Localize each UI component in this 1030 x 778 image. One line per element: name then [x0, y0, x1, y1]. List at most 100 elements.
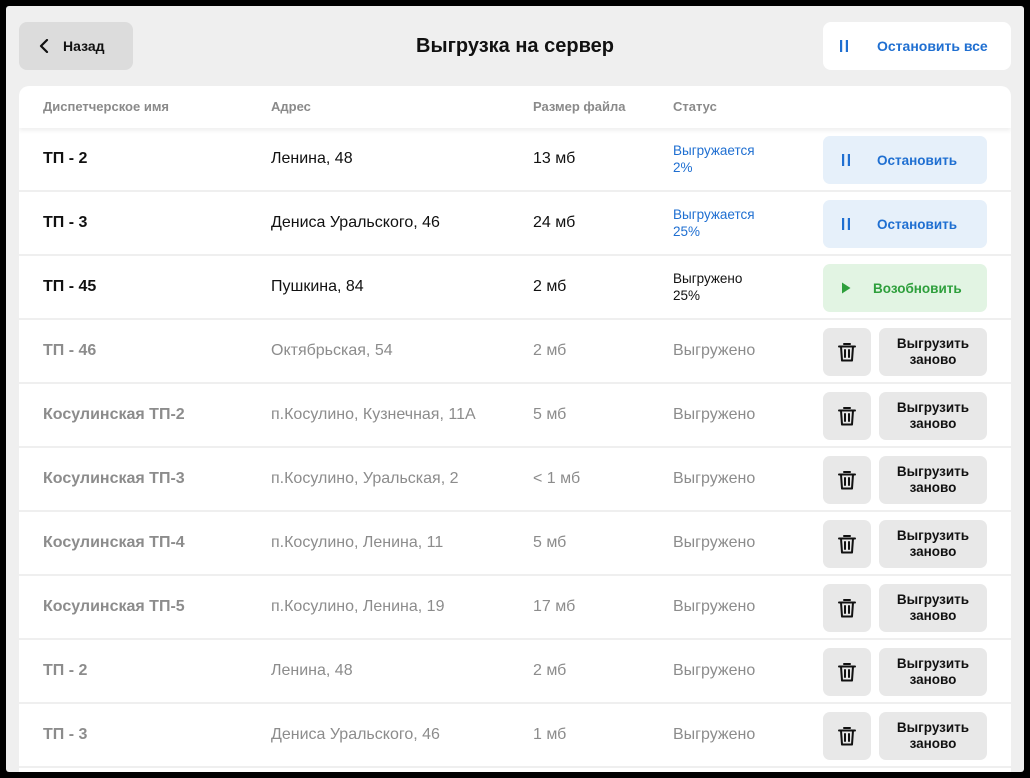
reupload-button[interactable]: Выгрузить заново — [879, 328, 987, 376]
dispatch-name: ТП - 2 — [43, 150, 88, 167]
pause-icon — [840, 40, 848, 52]
table-row: ТП - 45 Пушкина, 84 2 мб Выгружено 25% Возобн… — [19, 256, 1011, 320]
trash-icon — [838, 535, 856, 554]
dispatch-name: Косулинская ТП-3 — [43, 470, 185, 487]
address: п.Косулино, Ленина, 19 — [271, 598, 445, 615]
dispatch-name: ТП - 2 — [43, 662, 88, 679]
reupload-label: Выгрузить заново — [896, 336, 970, 367]
address: Дениса Уральского, 46 — [271, 214, 440, 231]
file-size: 2 мб — [533, 278, 567, 295]
column-header-status: Статус — [673, 99, 717, 114]
stop-label: Остановить — [877, 152, 958, 168]
address: Ленина, 48 — [271, 150, 353, 167]
stop-label: Остановить — [877, 216, 958, 232]
status-text: Выгружено — [673, 662, 756, 679]
reupload-label: Выгрузить заново — [896, 528, 970, 559]
file-size: 17 мб — [533, 598, 576, 615]
delete-button[interactable] — [823, 328, 871, 376]
reupload-button[interactable]: Выгрузить заново — [879, 520, 987, 568]
file-size: 1 мб — [533, 726, 567, 743]
pause-icon — [842, 154, 850, 166]
reupload-button[interactable]: Выгрузить заново — [879, 456, 987, 504]
reupload-button[interactable]: Выгрузить заново — [879, 392, 987, 440]
back-label: Назад — [63, 38, 105, 54]
address: Ленина, 48 — [271, 662, 353, 679]
table-row: ТП - 3 Дениса Уральского, 46 1 мб Выгружено… — [19, 704, 1011, 768]
dispatch-name: Косулинская ТП-4 — [43, 534, 185, 551]
file-size: < 1 мб — [533, 470, 581, 487]
table-row: Косулинская ТП-5 п.Косулино, Ленина, 19 17… — [19, 576, 1011, 640]
delete-button[interactable] — [823, 456, 871, 504]
resume-label: Возобновить — [873, 280, 962, 296]
reupload-label: Выгрузить заново — [896, 720, 970, 751]
back-button[interactable]: Назад — [19, 22, 133, 70]
progress-percent: 25% — [673, 224, 701, 239]
dispatch-name: ТП - 3 — [43, 214, 88, 231]
table-row: Косулинская ТП-2 п.Косулино, Кузнечная, 1… — [19, 384, 1011, 448]
upload-screen: Назад Выгрузка на сервер Остановить все … — [6, 6, 1024, 772]
play-icon — [842, 282, 851, 294]
pause-icon — [842, 218, 850, 230]
file-size: 24 мб — [533, 214, 576, 231]
status-text: Выгружено — [673, 726, 756, 743]
status-text: Выгружено — [673, 534, 756, 551]
upload-table: Диспетчерское имя Адрес Размер файла Ста… — [19, 86, 1011, 772]
reupload-button[interactable]: Выгрузить заново — [879, 712, 987, 760]
table-row: ТП - 2 Ленина, 48 2 мб Выгружено Выгрузить з… — [19, 640, 1011, 704]
delete-button[interactable] — [823, 584, 871, 632]
table-body: ТП - 2 Ленина, 48 13 мб Выгружается 2% Остано… — [19, 128, 1011, 768]
dispatch-name: Косулинская ТП-2 — [43, 406, 185, 423]
column-header-address: Адрес — [271, 99, 311, 114]
trash-icon — [838, 599, 856, 618]
status-label: Выгружено — [673, 271, 743, 286]
trash-icon — [838, 471, 856, 490]
status-text: Выгружается 2% — [673, 142, 793, 176]
table-row: ТП - 2 Ленина, 48 13 мб Выгружается 2% Остано… — [19, 128, 1011, 192]
table-row: Косулинская ТП-4 п.Косулино, Ленина, 11 5 … — [19, 512, 1011, 576]
progress-percent: 2% — [673, 160, 693, 175]
stop-button[interactable]: Остановить — [823, 136, 987, 184]
file-size: 2 мб — [533, 662, 567, 679]
chevron-left-icon — [39, 39, 49, 53]
status-text: Выгружено — [673, 406, 756, 423]
table-row: ТП - 46 Октябрьская, 54 2 мб Выгружено Выгру… — [19, 320, 1011, 384]
delete-button[interactable] — [823, 392, 871, 440]
address: п.Косулино, Уральская, 2 — [271, 470, 459, 487]
dispatch-name: ТП - 3 — [43, 726, 88, 743]
file-size: 2 мб — [533, 342, 567, 359]
column-header-size: Размер файла — [533, 99, 626, 114]
status-text: Выгружено — [673, 470, 756, 487]
resume-button[interactable]: Возобновить — [823, 264, 987, 312]
stop-all-button[interactable]: Остановить все — [823, 22, 1011, 70]
reupload-label: Выгрузить заново — [896, 464, 970, 495]
reupload-label: Выгрузить заново — [896, 400, 970, 431]
trash-icon — [838, 407, 856, 426]
dispatch-name: ТП - 45 — [43, 278, 97, 295]
status-text: Выгружается 25% — [673, 206, 793, 240]
address: Пушкина, 84 — [271, 278, 364, 295]
column-header-name: Диспетчерское имя — [43, 99, 170, 114]
stop-button[interactable]: Остановить — [823, 200, 987, 248]
delete-button[interactable] — [823, 520, 871, 568]
status-text: Выгружено — [673, 342, 756, 359]
file-size: 5 мб — [533, 406, 567, 423]
address: Дениса Уральского, 46 — [271, 726, 440, 743]
trash-icon — [838, 343, 856, 362]
reupload-label: Выгрузить заново — [896, 656, 970, 687]
address: Октябрьская, 54 — [271, 342, 393, 359]
status-label: Выгружается — [673, 207, 755, 222]
delete-button[interactable] — [823, 648, 871, 696]
table-row: Косулинская ТП-3 п.Косулино, Уральская, 2… — [19, 448, 1011, 512]
stop-all-label: Остановить все — [877, 38, 988, 54]
file-size: 5 мб — [533, 534, 567, 551]
reupload-button[interactable]: Выгрузить заново — [879, 648, 987, 696]
status-label: Выгружается — [673, 143, 755, 158]
delete-button[interactable] — [823, 712, 871, 760]
address: п.Косулино, Кузнечная, 11А — [271, 406, 476, 423]
progress-percent: 25% — [673, 288, 701, 303]
reupload-label: Выгрузить заново — [896, 592, 970, 623]
table-header: Диспетчерское имя Адрес Размер файла Ста… — [19, 86, 1011, 128]
reupload-button[interactable]: Выгрузить заново — [879, 584, 987, 632]
file-size: 13 мб — [533, 150, 576, 167]
trash-icon — [838, 727, 856, 746]
